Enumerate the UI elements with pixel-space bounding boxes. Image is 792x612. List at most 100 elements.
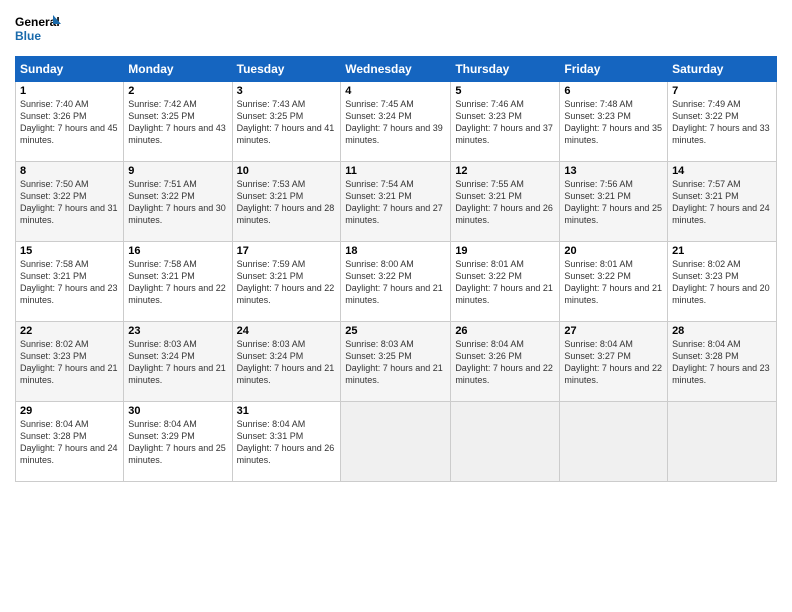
day-info: Sunrise: 7:48 AMSunset: 3:23 PMDaylight:… [564,98,663,147]
day-number: 29 [20,405,119,417]
calendar-cell: 12Sunrise: 7:55 AMSunset: 3:21 PMDayligh… [451,162,560,242]
calendar-cell: 7Sunrise: 7:49 AMSunset: 3:22 PMDaylight… [668,82,777,162]
calendar-cell [341,402,451,482]
calendar-week-2: 8Sunrise: 7:50 AMSunset: 3:22 PMDaylight… [16,162,777,242]
calendar-cell: 14Sunrise: 7:57 AMSunset: 3:21 PMDayligh… [668,162,777,242]
day-info: Sunrise: 8:00 AMSunset: 3:22 PMDaylight:… [345,258,446,307]
day-number: 15 [20,245,119,257]
day-number: 16 [128,245,227,257]
calendar-cell: 2Sunrise: 7:42 AMSunset: 3:25 PMDaylight… [124,82,232,162]
header: General Blue [15,10,777,50]
calendar-cell: 26Sunrise: 8:04 AMSunset: 3:26 PMDayligh… [451,322,560,402]
day-number: 7 [672,85,772,97]
day-number: 30 [128,405,227,417]
day-number: 8 [20,165,119,177]
calendar-cell: 23Sunrise: 8:03 AMSunset: 3:24 PMDayligh… [124,322,232,402]
calendar-week-4: 22Sunrise: 8:02 AMSunset: 3:23 PMDayligh… [16,322,777,402]
calendar-cell: 10Sunrise: 7:53 AMSunset: 3:21 PMDayligh… [232,162,341,242]
day-info: Sunrise: 7:45 AMSunset: 3:24 PMDaylight:… [345,98,446,147]
day-info: Sunrise: 7:51 AMSunset: 3:22 PMDaylight:… [128,178,227,227]
day-number: 24 [237,325,337,337]
day-info: Sunrise: 7:58 AMSunset: 3:21 PMDaylight:… [20,258,119,307]
calendar-cell [451,402,560,482]
day-info: Sunrise: 7:46 AMSunset: 3:23 PMDaylight:… [455,98,555,147]
day-header-saturday: Saturday [668,57,777,82]
svg-text:Blue: Blue [15,29,41,43]
day-number: 18 [345,245,446,257]
calendar-cell: 5Sunrise: 7:46 AMSunset: 3:23 PMDaylight… [451,82,560,162]
day-info: Sunrise: 8:04 AMSunset: 3:28 PMDaylight:… [672,338,772,387]
day-info: Sunrise: 7:58 AMSunset: 3:21 PMDaylight:… [128,258,227,307]
calendar-cell: 25Sunrise: 8:03 AMSunset: 3:25 PMDayligh… [341,322,451,402]
calendar-cell: 13Sunrise: 7:56 AMSunset: 3:21 PMDayligh… [560,162,668,242]
day-info: Sunrise: 8:01 AMSunset: 3:22 PMDaylight:… [455,258,555,307]
day-info: Sunrise: 7:40 AMSunset: 3:26 PMDaylight:… [20,98,119,147]
calendar-cell: 28Sunrise: 8:04 AMSunset: 3:28 PMDayligh… [668,322,777,402]
calendar-cell: 19Sunrise: 8:01 AMSunset: 3:22 PMDayligh… [451,242,560,322]
day-header-friday: Friday [560,57,668,82]
day-info: Sunrise: 8:04 AMSunset: 3:28 PMDaylight:… [20,418,119,467]
calendar-cell: 16Sunrise: 7:58 AMSunset: 3:21 PMDayligh… [124,242,232,322]
day-info: Sunrise: 7:50 AMSunset: 3:22 PMDaylight:… [20,178,119,227]
day-header-wednesday: Wednesday [341,57,451,82]
calendar-cell: 6Sunrise: 7:48 AMSunset: 3:23 PMDaylight… [560,82,668,162]
calendar-cell: 15Sunrise: 7:58 AMSunset: 3:21 PMDayligh… [16,242,124,322]
day-number: 4 [345,85,446,97]
day-number: 2 [128,85,227,97]
day-number: 11 [345,165,446,177]
day-number: 27 [564,325,663,337]
day-info: Sunrise: 7:54 AMSunset: 3:21 PMDaylight:… [345,178,446,227]
logo-svg: General Blue [15,10,63,50]
day-number: 31 [237,405,337,417]
calendar-cell: 20Sunrise: 8:01 AMSunset: 3:22 PMDayligh… [560,242,668,322]
day-number: 1 [20,85,119,97]
calendar-cell: 9Sunrise: 7:51 AMSunset: 3:22 PMDaylight… [124,162,232,242]
calendar-cell: 24Sunrise: 8:03 AMSunset: 3:24 PMDayligh… [232,322,341,402]
day-number: 26 [455,325,555,337]
day-info: Sunrise: 8:02 AMSunset: 3:23 PMDaylight:… [672,258,772,307]
day-number: 10 [237,165,337,177]
day-number: 9 [128,165,227,177]
day-number: 25 [345,325,446,337]
calendar-cell: 1Sunrise: 7:40 AMSunset: 3:26 PMDaylight… [16,82,124,162]
day-info: Sunrise: 8:02 AMSunset: 3:23 PMDaylight:… [20,338,119,387]
day-number: 22 [20,325,119,337]
day-info: Sunrise: 8:03 AMSunset: 3:25 PMDaylight:… [345,338,446,387]
calendar-cell: 11Sunrise: 7:54 AMSunset: 3:21 PMDayligh… [341,162,451,242]
calendar-week-1: 1Sunrise: 7:40 AMSunset: 3:26 PMDaylight… [16,82,777,162]
calendar-cell: 18Sunrise: 8:00 AMSunset: 3:22 PMDayligh… [341,242,451,322]
calendar-cell: 31Sunrise: 8:04 AMSunset: 3:31 PMDayligh… [232,402,341,482]
day-number: 13 [564,165,663,177]
day-number: 3 [237,85,337,97]
calendar-cell [668,402,777,482]
day-number: 19 [455,245,555,257]
day-info: Sunrise: 7:49 AMSunset: 3:22 PMDaylight:… [672,98,772,147]
day-info: Sunrise: 7:55 AMSunset: 3:21 PMDaylight:… [455,178,555,227]
day-info: Sunrise: 8:03 AMSunset: 3:24 PMDaylight:… [237,338,337,387]
main-container: General Blue SundayMondayTuesdayWednesda… [0,0,792,612]
calendar-cell: 8Sunrise: 7:50 AMSunset: 3:22 PMDaylight… [16,162,124,242]
calendar-week-3: 15Sunrise: 7:58 AMSunset: 3:21 PMDayligh… [16,242,777,322]
day-info: Sunrise: 7:57 AMSunset: 3:21 PMDaylight:… [672,178,772,227]
day-info: Sunrise: 8:01 AMSunset: 3:22 PMDaylight:… [564,258,663,307]
day-info: Sunrise: 8:04 AMSunset: 3:27 PMDaylight:… [564,338,663,387]
day-header-thursday: Thursday [451,57,560,82]
day-info: Sunrise: 7:43 AMSunset: 3:25 PMDaylight:… [237,98,337,147]
calendar-cell: 30Sunrise: 8:04 AMSunset: 3:29 PMDayligh… [124,402,232,482]
calendar-table: SundayMondayTuesdayWednesdayThursdayFrid… [15,56,777,482]
day-info: Sunrise: 8:04 AMSunset: 3:31 PMDaylight:… [237,418,337,467]
day-number: 6 [564,85,663,97]
calendar-cell: 29Sunrise: 8:04 AMSunset: 3:28 PMDayligh… [16,402,124,482]
day-number: 21 [672,245,772,257]
day-info: Sunrise: 7:42 AMSunset: 3:25 PMDaylight:… [128,98,227,147]
calendar-cell: 17Sunrise: 7:59 AMSunset: 3:21 PMDayligh… [232,242,341,322]
day-number: 20 [564,245,663,257]
calendar-header-row: SundayMondayTuesdayWednesdayThursdayFrid… [16,57,777,82]
svg-text:General: General [15,15,60,29]
logo: General Blue [15,10,63,50]
day-info: Sunrise: 8:03 AMSunset: 3:24 PMDaylight:… [128,338,227,387]
calendar-cell: 3Sunrise: 7:43 AMSunset: 3:25 PMDaylight… [232,82,341,162]
day-header-sunday: Sunday [16,57,124,82]
calendar-cell: 21Sunrise: 8:02 AMSunset: 3:23 PMDayligh… [668,242,777,322]
day-number: 14 [672,165,772,177]
